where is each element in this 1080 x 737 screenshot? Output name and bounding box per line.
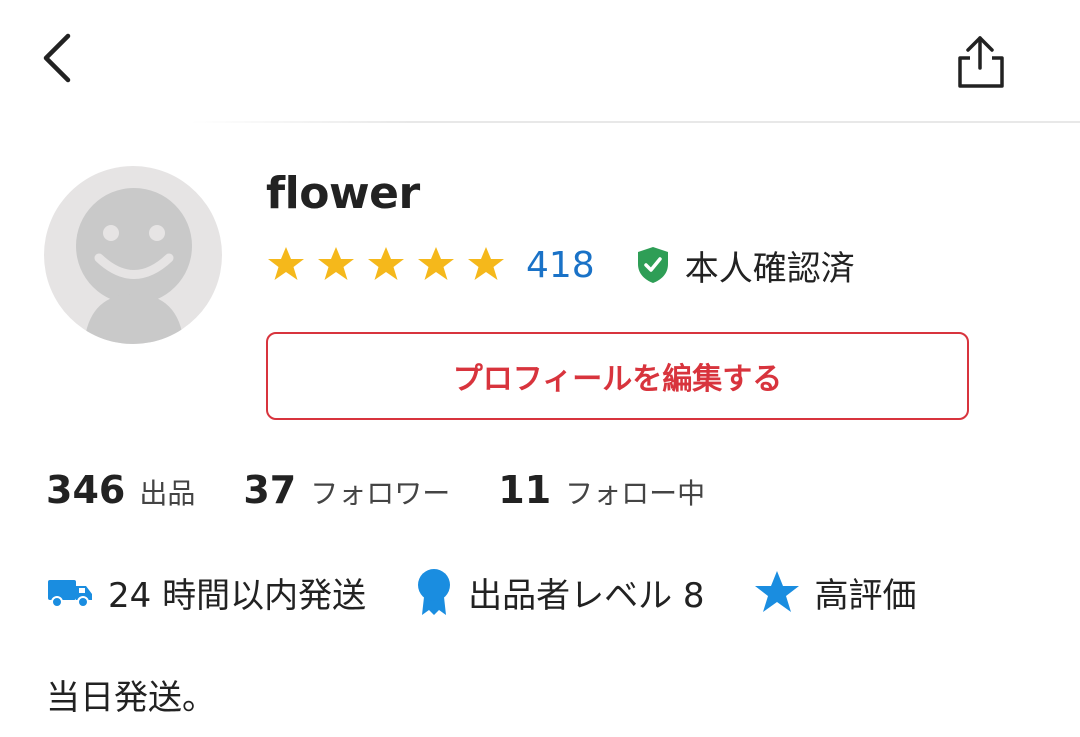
share-icon (958, 36, 1004, 88)
profile-page: flower 418 本人確認済 プロフィールを編集する 346 出品 37 フ… (0, 0, 1080, 737)
rating-star-icon (318, 247, 354, 280)
badge-high-rating: 高評価 (753, 568, 917, 617)
stat-label: フォロワー (310, 477, 451, 510)
rating-row: 418 本人確認済 (266, 240, 855, 290)
top-bar (0, 0, 1080, 123)
badges-row: 24 時間以内発送 出品者レベル 8 高評価 (46, 562, 965, 622)
badge-label: 24 時間以内発送 (108, 575, 367, 616)
badge-fast-shipping: 24 時間以内発送 (46, 568, 366, 617)
chevron-left-icon (43, 33, 71, 83)
rating-star-icon (268, 247, 304, 280)
verified-badge: 本人確認済 (635, 241, 855, 290)
stat-label: フォロー中 (565, 477, 706, 510)
shield-check-icon (637, 247, 668, 283)
stat-followers[interactable]: 37 フォロワー (243, 468, 450, 512)
truck-icon (48, 580, 92, 608)
stats-row: 346 出品 37 フォロワー 11 フォロー中 (46, 468, 753, 518)
verified-label: 本人確認済 (684, 248, 855, 289)
stat-value: 37 (243, 468, 297, 512)
profile-bio: 当日発送。 (46, 678, 216, 718)
rating-stars[interactable] (266, 245, 516, 285)
stat-value: 346 (46, 468, 126, 512)
avatar[interactable] (44, 166, 222, 344)
rating-star-icon (368, 247, 404, 280)
default-avatar-icon (76, 188, 192, 344)
badge-seller-level: 出品者レベル 8 (414, 567, 705, 617)
badge-label: 出品者レベル 8 (468, 575, 705, 616)
rating-star-icon (418, 247, 454, 280)
stat-value: 11 (498, 468, 552, 512)
header-divider (190, 121, 1080, 123)
back-button[interactable] (30, 28, 90, 88)
badge-label: 高評価 (814, 575, 917, 616)
share-button[interactable] (948, 28, 1012, 92)
medal-icon (418, 569, 451, 615)
review-count-link[interactable]: 418 (526, 245, 595, 286)
username: flower (266, 168, 420, 219)
edit-profile-button[interactable]: プロフィールを編集する (266, 332, 969, 420)
stat-label: 出品 (139, 477, 196, 510)
stat-listings[interactable]: 346 出品 (46, 468, 195, 512)
stat-following[interactable]: 11 フォロー中 (498, 468, 705, 512)
star-icon (754, 571, 799, 612)
edit-profile-label: プロフィールを編集する (452, 362, 783, 397)
rating-star-icon (468, 247, 504, 280)
